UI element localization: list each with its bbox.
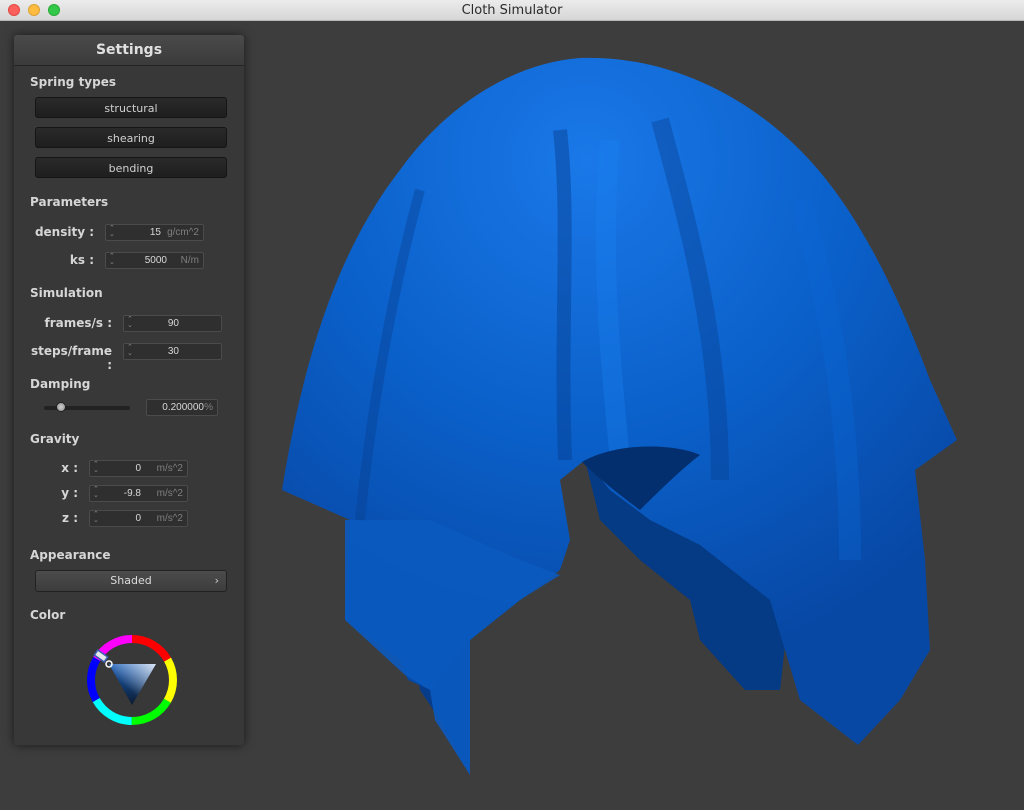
window-title: Cloth Simulator [461, 3, 563, 18]
spinner-icon[interactable]: ⌃ ⌄ [127, 316, 133, 329]
appearance-selected: Shaded [110, 574, 152, 587]
gravity-z-label: z : [62, 511, 78, 525]
damping-input[interactable]: 0.200000 % [146, 399, 218, 416]
steps-value: 30 [167, 346, 179, 357]
steps-input[interactable]: ⌃ ⌄ 30 [123, 343, 222, 360]
spring-types-heading: Spring types [30, 75, 117, 89]
fps-value: 90 [167, 318, 179, 329]
appearance-dropdown[interactable]: Shaded › [35, 570, 227, 592]
settings-title[interactable]: Settings [14, 35, 244, 66]
ks-unit: N/m [180, 255, 199, 266]
chevron-right-icon: › [214, 574, 219, 587]
steps-label: steps/frame : [30, 344, 112, 372]
color-wheel-icon[interactable] [86, 634, 178, 726]
structural-button[interactable]: structural [35, 97, 227, 118]
density-unit: g/cm^2 [167, 227, 199, 238]
ks-value: 5000 [144, 255, 167, 266]
shearing-button[interactable]: shearing [35, 127, 227, 148]
spinner-icon[interactable]: ⌃ ⌄ [93, 461, 99, 474]
density-label: density : [34, 225, 94, 239]
simulation-heading: Simulation [30, 286, 103, 300]
gravity-x-unit: m/s^2 [156, 463, 183, 474]
density-input[interactable]: ⌃ ⌄ 15 g/cm^2 [105, 224, 204, 241]
ks-label: ks : [69, 253, 94, 267]
gravity-y-unit: m/s^2 [156, 488, 183, 499]
damping-value: 0.200000 [162, 402, 204, 413]
spinner-icon[interactable]: ⌃ ⌄ [93, 511, 99, 524]
spinner-icon[interactable]: ⌃ ⌄ [93, 486, 99, 499]
gravity-x-value: 0 [135, 463, 141, 474]
color-heading: Color [30, 608, 66, 622]
spinner-icon[interactable]: ⌃ ⌄ [109, 225, 115, 238]
bending-button[interactable]: bending [35, 157, 227, 178]
title-bar: Cloth Simulator [0, 0, 1024, 21]
spinner-icon[interactable]: ⌃ ⌄ [127, 344, 133, 357]
gravity-y-value: -9.8 [123, 488, 141, 499]
damping-heading: Damping [30, 377, 91, 391]
spinner-icon[interactable]: ⌃ ⌄ [109, 253, 115, 266]
ks-input[interactable]: ⌃ ⌄ 5000 N/m [105, 252, 204, 269]
fps-input[interactable]: ⌃ ⌄ 90 [123, 315, 222, 332]
gravity-z-unit: m/s^2 [156, 513, 183, 524]
damping-slider-knob[interactable] [56, 402, 66, 412]
appearance-heading: Appearance [30, 548, 111, 562]
fps-label: frames/s : [44, 316, 112, 330]
damping-unit: % [204, 402, 213, 413]
parameters-heading: Parameters [30, 195, 109, 209]
settings-panel: Settings Spring types structural shearin… [14, 35, 244, 745]
gravity-y-label: y : [61, 486, 78, 500]
gravity-heading: Gravity [30, 432, 80, 446]
gravity-z-value: 0 [135, 513, 141, 524]
cloth-fold-1 [553, 129, 572, 461]
gravity-y-input[interactable]: ⌃ ⌄ -9.8 m/s^2 [89, 485, 188, 502]
gravity-x-input[interactable]: ⌃ ⌄ 0 m/s^2 [89, 460, 188, 477]
gravity-z-input[interactable]: ⌃ ⌄ 0 m/s^2 [89, 510, 188, 527]
gravity-x-label: x : [61, 461, 78, 475]
density-value: 15 [149, 227, 161, 238]
